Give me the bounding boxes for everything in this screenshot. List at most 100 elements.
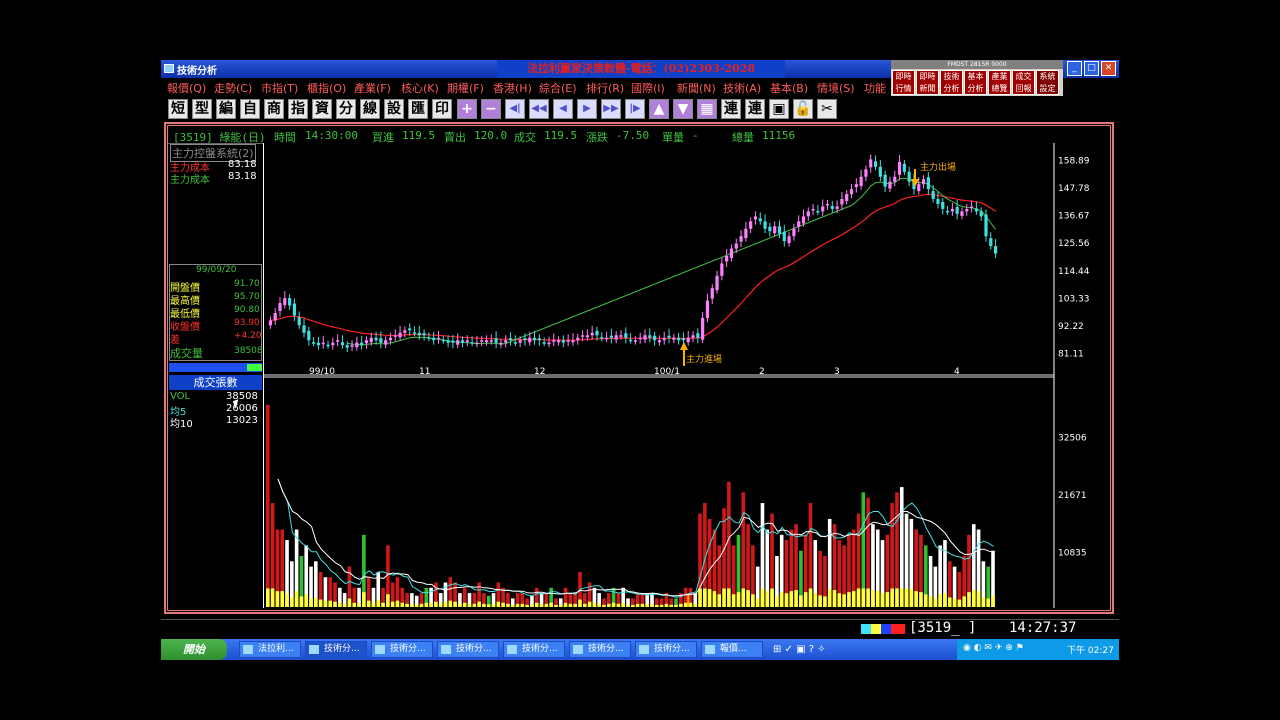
volume-base — [683, 602, 688, 607]
menu-composite[interactable]: 綜合(E) — [539, 80, 577, 96]
tool-first[interactable]: ◀| — [505, 99, 525, 119]
task-ferrari[interactable]: 法拉利... — [239, 641, 301, 658]
tool-link-2[interactable]: 連 — [745, 99, 765, 119]
tool-split[interactable]: 分 — [336, 99, 356, 119]
volpanel-title[interactable]: 成交張數 — [169, 375, 262, 390]
quick-btn-realtime-quote[interactable]: 即時行情 — [892, 70, 915, 95]
candle-body — [873, 161, 878, 167]
tool-back[interactable]: ◀ — [553, 99, 573, 119]
quick-btn-technical[interactable]: 技術分析 — [940, 70, 963, 95]
menu-function[interactable]: 功能 — [864, 80, 886, 96]
candle-body — [965, 208, 969, 212]
tool-tools-icon[interactable]: ✂ — [817, 99, 837, 119]
volume-base — [664, 603, 669, 607]
tool-custom[interactable]: 自 — [240, 99, 260, 119]
menu-hongkong[interactable]: 香港(H) — [493, 80, 532, 96]
candle-body — [950, 208, 954, 212]
tool-pattern[interactable]: 型 — [192, 99, 212, 119]
tool-product[interactable]: 商 — [264, 99, 284, 119]
task-tech-2[interactable]: 技術分... — [371, 641, 433, 658]
volume-base — [477, 601, 481, 607]
start-button[interactable]: 開始 — [161, 639, 227, 660]
menu-technical[interactable]: 技術(A) — [723, 80, 761, 96]
volume-base — [616, 603, 621, 607]
menu-news[interactable]: 新聞(N) — [677, 80, 716, 96]
quick-btn-industry[interactable]: 產業總覽 — [988, 70, 1011, 95]
tool-setting[interactable]: 設 — [384, 99, 404, 119]
quick-btn-settings[interactable]: 系統設定 — [1036, 70, 1059, 95]
task-quote[interactable]: 報價... — [701, 641, 763, 658]
candle-body — [792, 228, 796, 237]
menu-ranking[interactable]: 排行(R) — [586, 80, 624, 96]
candle-body — [460, 340, 465, 343]
close-button[interactable]: ✕ — [1101, 61, 1116, 76]
x-tick-label: 2 — [759, 367, 765, 377]
task-tech-4[interactable]: 技術分... — [503, 641, 565, 658]
quick-btn-realtime-news[interactable]: 即時新聞 — [916, 70, 939, 95]
candle-body — [494, 338, 498, 343]
tool-zoom-in[interactable]: + — [457, 99, 477, 119]
volume-base — [731, 594, 736, 607]
tool-down[interactable]: ▼ — [673, 99, 693, 119]
tool-edit[interactable]: 編 — [216, 99, 236, 119]
volume-base — [679, 603, 683, 607]
tool-data[interactable]: 資 — [312, 99, 332, 119]
tool-short[interactable]: 短 — [168, 99, 188, 119]
task-tech-1[interactable]: 技術分... — [305, 641, 367, 658]
volume-base — [957, 599, 962, 607]
menu-scenario[interactable]: 情境(S) — [817, 80, 855, 96]
tool-lock-icon[interactable]: 🔓 — [793, 99, 813, 119]
menu-industry[interactable]: 產業(F) — [354, 80, 391, 96]
menu-international[interactable]: 國際(I) — [631, 80, 665, 96]
candle-body — [686, 337, 690, 343]
status-code-input[interactable]: [3519_ ] — [909, 620, 976, 636]
task-tech-5[interactable]: 技術分... — [569, 641, 631, 658]
menu-core[interactable]: 核心(K) — [401, 80, 439, 96]
quick-btn-deal-report[interactable]: 成交回報 — [1012, 70, 1035, 95]
candle-body — [532, 337, 537, 341]
daybox-vol: 38508 — [234, 346, 263, 356]
volume-base — [506, 603, 510, 607]
task-tech-6[interactable]: 技術分... — [635, 641, 697, 658]
tray-icons[interactable]: ◉ ◐ ✉ ✈ ⊕ ⚑ — [963, 643, 1024, 653]
candle-body — [897, 161, 902, 175]
tool-screen-icon[interactable]: ▣ — [769, 99, 789, 119]
menu-fundamental[interactable]: 基本(B) — [770, 80, 808, 96]
quick-btn-fundamental[interactable]: 基本分析 — [964, 70, 987, 95]
price-tick-label: 125.56 — [1058, 239, 1090, 249]
indicator-line2-label: 主力成本 — [170, 175, 210, 186]
candle-body — [422, 333, 426, 336]
menu-market-index[interactable]: 市指(T) — [261, 80, 298, 96]
menu-otc-index[interactable]: 櫃指(O) — [307, 80, 346, 96]
tool-chart-icon[interactable]: ▦ — [697, 99, 717, 119]
task-tech-3[interactable]: 技術分... — [437, 641, 499, 658]
tool-print[interactable]: 印 — [432, 99, 452, 119]
system-tray: ◉ ◐ ✉ ✈ ⊕ ⚑ 下午 02:27 — [957, 639, 1119, 660]
tool-zoom-out[interactable]: − — [481, 99, 501, 119]
volume-base — [309, 598, 313, 607]
tool-fast-back[interactable]: ◀◀ — [529, 99, 549, 119]
volume-base — [395, 600, 400, 607]
menu-quote[interactable]: 報價(Q) — [167, 80, 206, 96]
candle-body — [941, 201, 945, 209]
tool-last[interactable]: |▶ — [625, 99, 645, 119]
tool-link-1[interactable]: 連 — [721, 99, 741, 119]
tool-line[interactable]: 線 — [360, 99, 380, 119]
tool-indicator[interactable]: 指 — [288, 99, 308, 119]
tool-fast-forward[interactable]: ▶▶ — [601, 99, 621, 119]
volume-base — [645, 603, 650, 607]
minimize-button[interactable]: _ — [1067, 61, 1082, 76]
tool-forward[interactable]: ▶ — [577, 99, 597, 119]
tool-export[interactable]: 匯 — [408, 99, 428, 119]
tool-up[interactable]: ▲ — [649, 99, 669, 119]
candle-body — [945, 210, 950, 213]
menu-futures[interactable]: 期權(F) — [447, 80, 484, 96]
maximize-button[interactable]: □ — [1084, 61, 1099, 76]
quicklaunch-icons[interactable]: ⊞ ✓ ▣ ? ✧ — [773, 643, 853, 656]
volume-base — [741, 588, 746, 607]
candle-body — [331, 342, 335, 346]
task-app-icon — [375, 645, 385, 654]
menu-trend[interactable]: 走勢(C) — [214, 80, 252, 96]
chart-scroll-thumb[interactable] — [247, 364, 262, 371]
volume-base — [443, 601, 448, 607]
